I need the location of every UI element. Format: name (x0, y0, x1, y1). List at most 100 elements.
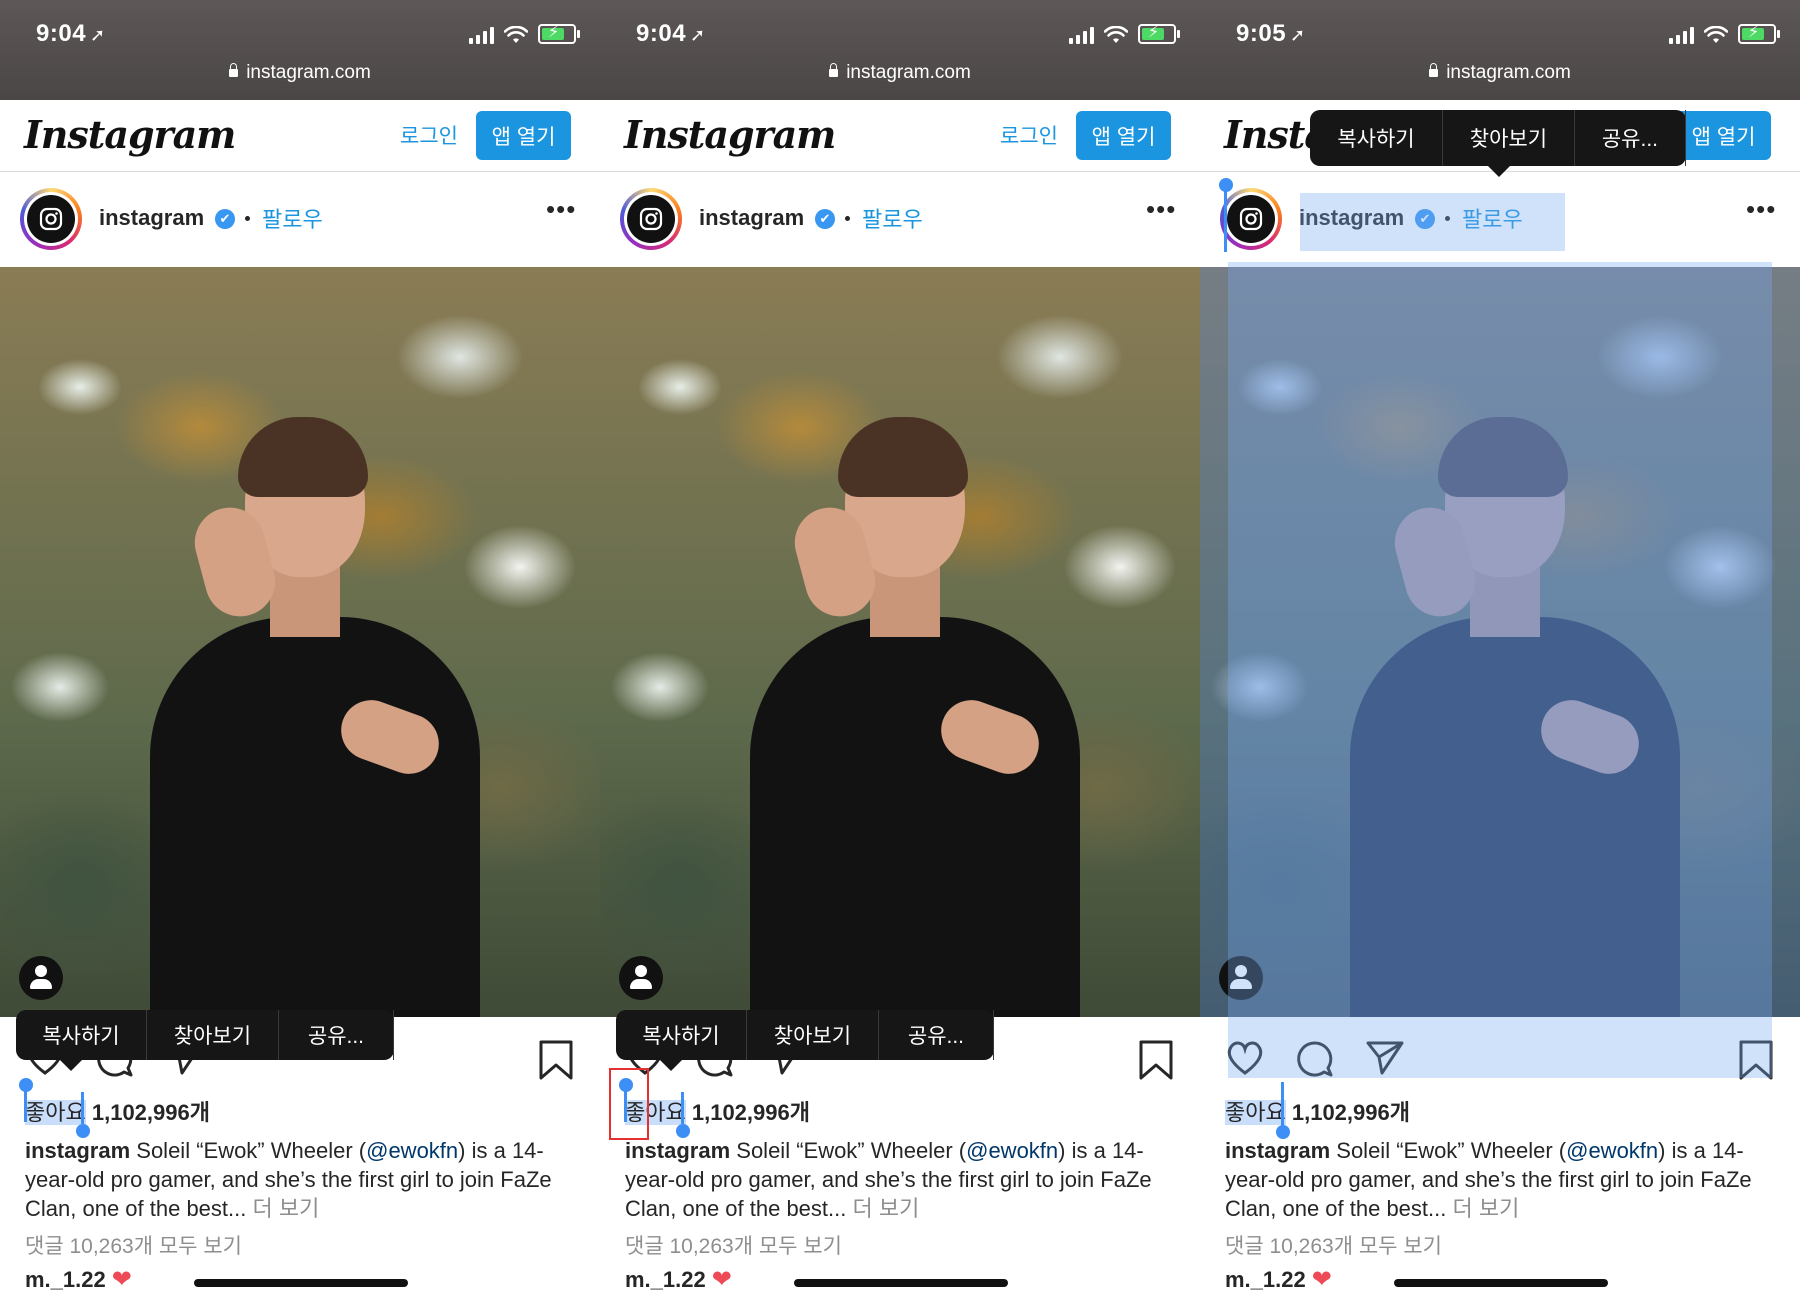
commenter-name[interactable]: m._1.22 (25, 1267, 106, 1292)
view-comments-link[interactable]: 댓글 10,263개 모두 보기 (25, 1230, 242, 1260)
menu-pointer (60, 1060, 82, 1071)
address-bar[interactable]: instagram.com (1200, 62, 1800, 84)
selection-overlay-header (1300, 193, 1565, 251)
signal-icon (469, 26, 494, 44)
separator-dot (845, 216, 850, 221)
share-menu-item[interactable]: 공유... (279, 1010, 394, 1060)
post-photo[interactable] (0, 267, 600, 1017)
bookmark-icon[interactable] (538, 1039, 574, 1081)
commenter-name[interactable]: m._1.22 (625, 1267, 706, 1292)
url-text: instagram.com (1446, 62, 1571, 83)
status-bar: 9:04 ➚ ⚡ instagram.com (600, 0, 1200, 100)
more-icon[interactable]: ••• (546, 194, 576, 225)
share-menu-item[interactable]: 공유... (879, 1010, 994, 1060)
wifi-icon (504, 26, 528, 43)
more-link[interactable]: 더 보기 (252, 1196, 319, 1221)
system-icons: ⚡ (469, 24, 580, 44)
post-header: instagram ✔ 팔로우 ••• (600, 172, 1200, 267)
caption-text-a: Soleil “Ewok” Wheeler ( (730, 1138, 967, 1163)
separator-dot (245, 216, 250, 221)
instagram-logo[interactable]: Instagram (24, 112, 236, 157)
copy-menu-item[interactable]: 복사하기 (1310, 110, 1443, 166)
instagram-nav: Instagram 로그인 앱 열기 (0, 100, 600, 172)
caption-username[interactable]: instagram (1225, 1138, 1330, 1163)
avatar[interactable] (20, 188, 82, 250)
post-caption: instagram Soleil “Ewok” Wheeler (@ewokfn… (25, 1136, 580, 1223)
selection-caret (81, 1092, 84, 1124)
more-icon[interactable]: ••• (1146, 194, 1176, 225)
avatar[interactable] (1220, 188, 1282, 250)
view-comments-link[interactable]: 댓글 10,263개 모두 보기 (1225, 1230, 1442, 1260)
login-link[interactable]: 로그인 (1000, 120, 1058, 150)
battery-icon: ⚡ (1738, 24, 1780, 44)
caption-mention[interactable]: @ewokfn (966, 1138, 1058, 1163)
location-arrow-icon: ➚ (690, 25, 706, 45)
lock-icon (829, 63, 839, 77)
post-username[interactable]: instagram (99, 205, 204, 231)
likes-line: 좋아요 1,102,996개 (1225, 1095, 1410, 1127)
address-bar[interactable]: instagram.com (0, 62, 600, 84)
likes-label[interactable]: 좋아요 (25, 1100, 86, 1125)
share-menu-item[interactable]: 공유... (1575, 110, 1686, 166)
screen-panel: 9:04 ➚ ⚡ instagram.com Instagram 로그인 앱 열기… (600, 0, 1200, 1299)
post-caption: instagram Soleil “Ewok” Wheeler (@ewokfn… (625, 1136, 1180, 1223)
likes-count[interactable]: 1,102,996개 (692, 1100, 810, 1125)
likes-count[interactable]: 1,102,996개 (92, 1100, 210, 1125)
commenter-name[interactable]: m._1.22 (1225, 1267, 1306, 1292)
open-app-button[interactable]: 앱 열기 (1076, 111, 1171, 160)
more-icon[interactable]: ••• (1746, 194, 1776, 225)
photo-person-body (750, 617, 1080, 1017)
lookup-menu-item[interactable]: 찾아보기 (147, 1010, 279, 1060)
likes-line: 좋아요 1,102,996개 (625, 1095, 810, 1127)
login-link[interactable]: 로그인 (400, 120, 458, 150)
status-bar: 9:04 ➚ ⚡ instagram.com (0, 0, 600, 100)
home-indicator (1394, 1279, 1608, 1287)
selection-caret (1281, 1082, 1284, 1128)
selection-handle-end (1276, 1125, 1290, 1139)
caption-username[interactable]: instagram (25, 1138, 130, 1163)
instagram-logo[interactable]: Instagram (624, 112, 836, 157)
comment-preview: m._1.22 ❤ (625, 1265, 732, 1294)
comment-preview: m._1.22 ❤ (1225, 1265, 1332, 1294)
view-comments-link[interactable]: 댓글 10,263개 모두 보기 (625, 1230, 842, 1260)
follow-button[interactable]: 팔로우 (262, 202, 323, 234)
copy-menu-item[interactable]: 복사하기 (616, 1010, 747, 1060)
lock-icon (229, 63, 239, 77)
annotation-highlight-box (609, 1068, 649, 1140)
status-time: 9:05 ➚ (1236, 20, 1306, 48)
caption-username[interactable]: instagram (625, 1138, 730, 1163)
status-bar: 9:05 ➚ ⚡ instagram.com (1200, 0, 1800, 100)
address-bar[interactable]: instagram.com (600, 62, 1200, 84)
home-indicator (194, 1279, 408, 1287)
caption-mention[interactable]: @ewokfn (1566, 1138, 1658, 1163)
likes-count[interactable]: 1,102,996개 (1292, 1100, 1410, 1125)
likes-label[interactable]: 좋아요 (1225, 1100, 1286, 1125)
url-text: instagram.com (846, 62, 971, 83)
user-tag-icon[interactable] (619, 956, 663, 1000)
lookup-menu-item[interactable]: 찾아보기 (1443, 110, 1575, 166)
photo-person-hair (238, 417, 368, 497)
user-tag-icon[interactable] (19, 956, 63, 1000)
avatar[interactable] (620, 188, 682, 250)
comment-preview: m._1.22 ❤ (25, 1265, 132, 1294)
open-app-button[interactable]: 앱 열기 (1676, 111, 1771, 160)
post-username[interactable]: instagram (699, 205, 804, 231)
more-link[interactable]: 더 보기 (1452, 1196, 1519, 1221)
follow-button[interactable]: 팔로우 (862, 202, 923, 234)
post-header: instagram ✔ 팔로우 ••• (0, 172, 600, 267)
post-photo[interactable] (600, 267, 1200, 1017)
heart-emoji: ❤ (111, 1266, 132, 1293)
caption-mention[interactable]: @ewokfn (366, 1138, 458, 1163)
bookmark-icon[interactable] (1138, 1039, 1174, 1081)
more-link[interactable]: 더 보기 (852, 1196, 919, 1221)
lookup-menu-item[interactable]: 찾아보기 (747, 1010, 879, 1060)
open-app-button[interactable]: 앱 열기 (476, 111, 571, 160)
menu-pointer (660, 1060, 682, 1071)
home-indicator (794, 1279, 1008, 1287)
text-selection-menu: 복사하기 찾아보기 공유... (16, 1010, 394, 1071)
instagram-glyph-icon (639, 207, 663, 231)
copy-menu-item[interactable]: 복사하기 (16, 1010, 147, 1060)
status-time: 9:04 ➚ (636, 20, 706, 48)
caption-text-a: Soleil “Ewok” Wheeler ( (1330, 1138, 1567, 1163)
verified-badge-icon: ✔ (815, 209, 835, 229)
